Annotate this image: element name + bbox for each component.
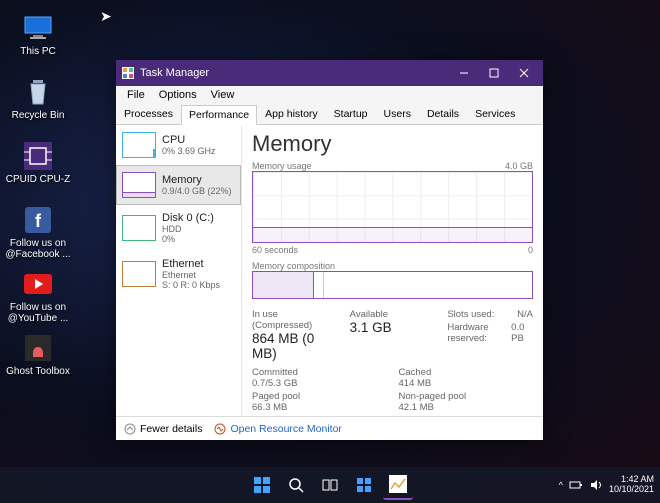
detail-pane: Memory Memory usage 4.0 GB 60 seconds 0 …	[242, 125, 543, 416]
composition-label: Memory composition	[252, 261, 335, 271]
task-view-button[interactable]	[315, 470, 345, 500]
taskman-icon	[122, 67, 134, 79]
sidebar-ethernet[interactable]: EthernetEthernet S: 0 R: 0 Kbps	[116, 251, 241, 297]
total-memory-label: 4.0 GB	[505, 161, 533, 171]
maximize-button[interactable]	[479, 60, 509, 86]
desktop-icon-label: Follow us on @YouTube ...	[4, 302, 72, 324]
inuse-label: In use (Compressed)	[252, 309, 338, 331]
svg-text:f: f	[35, 211, 42, 231]
nonpaged-label: Non-paged pool	[399, 391, 534, 402]
desktop-icon-this-pc[interactable]: This PC	[4, 12, 72, 57]
widgets-button[interactable]	[349, 470, 379, 500]
tray-chevron-icon[interactable]: ^	[559, 480, 563, 490]
tab-performance[interactable]: Performance	[181, 105, 257, 125]
committed-value: 0.7/5.3 GB	[252, 378, 387, 389]
committed-label: Committed	[252, 367, 387, 378]
open-resource-monitor-link[interactable]: Open Resource Monitor	[214, 423, 341, 435]
sidebar-memory[interactable]: Memory0.9/4.0 GB (22%)	[116, 165, 241, 205]
task-manager-window: Task Manager File Options View Processes…	[116, 60, 543, 440]
desktop-icon-label: CPUID CPU-Z	[4, 174, 72, 185]
fewer-details-link[interactable]: Fewer details	[124, 423, 202, 435]
slots-value: N/A	[517, 309, 533, 320]
desktop-icon-cpuz[interactable]: CPUID CPU-Z	[4, 140, 72, 185]
slots-label: Slots used:	[447, 309, 494, 320]
nonpaged-value: 42.1 MB	[399, 402, 534, 413]
menubar: File Options View	[116, 86, 543, 104]
usage-label: Memory usage	[252, 161, 312, 171]
clock-date: 10/10/2021	[609, 485, 654, 495]
taskbar: ^ 1:42 AM 10/10/2021	[0, 467, 660, 503]
desktop-icon-label: Recycle Bin	[4, 110, 72, 121]
sidebar-disk[interactable]: Disk 0 (C:)HDD 0%	[116, 205, 241, 251]
close-button[interactable]	[509, 60, 539, 86]
titlebar[interactable]: Task Manager	[116, 60, 543, 86]
memory-composition-chart[interactable]	[252, 271, 533, 299]
cached-label: Cached	[399, 367, 534, 378]
tab-services[interactable]: Services	[467, 104, 523, 124]
available-value: 3.1 GB	[350, 320, 436, 335]
paged-value: 66.3 MB	[252, 402, 387, 413]
hwres-value: 0.0 PB	[511, 322, 533, 344]
available-label: Available	[350, 309, 436, 320]
tab-app-history[interactable]: App history	[257, 104, 326, 124]
inuse-value: 864 MB (0 MB)	[252, 331, 338, 361]
desktop-icon-facebook[interactable]: f Follow us on @Facebook ...	[4, 204, 72, 260]
clock[interactable]: 1:42 AM 10/10/2021	[609, 475, 654, 495]
paged-label: Paged pool	[252, 391, 387, 402]
mouse-cursor: ➤	[100, 8, 112, 25]
search-button[interactable]	[281, 470, 311, 500]
volume-icon[interactable]	[589, 478, 603, 492]
desktop-icon-label: Follow us on @Facebook ...	[4, 238, 72, 260]
tab-details[interactable]: Details	[419, 104, 467, 124]
hwres-label: Hardware reserved:	[447, 322, 511, 344]
desktop-icon-label: This PC	[4, 46, 72, 57]
window-title: Task Manager	[140, 67, 449, 79]
menu-options[interactable]: Options	[152, 89, 204, 101]
taskbar-taskman[interactable]	[383, 470, 413, 500]
tab-startup[interactable]: Startup	[326, 104, 376, 124]
tabbar: Processes Performance App history Startu…	[116, 104, 543, 125]
window-footer: Fewer details Open Resource Monitor	[116, 416, 543, 440]
tab-processes[interactable]: Processes	[116, 104, 181, 124]
desktop-icon-label: Ghost Toolbox	[4, 366, 72, 377]
xaxis-left: 60 seconds	[252, 245, 298, 255]
monitor-icon	[214, 423, 226, 435]
sidebar-cpu[interactable]: CPU0% 3.69 GHz	[116, 125, 241, 165]
performance-sidebar: CPU0% 3.69 GHz Memory0.9/4.0 GB (22%) Di…	[116, 125, 242, 416]
minimize-button[interactable]	[449, 60, 479, 86]
desktop-icon-youtube[interactable]: Follow us on @YouTube ...	[4, 268, 72, 324]
battery-icon[interactable]	[569, 478, 583, 492]
desktop-icon-ghost-toolbox[interactable]: Ghost Toolbox	[4, 332, 72, 377]
menu-view[interactable]: View	[204, 89, 242, 101]
cached-value: 414 MB	[399, 378, 534, 389]
menu-file[interactable]: File	[120, 89, 152, 101]
desktop-icon-recycle-bin[interactable]: Recycle Bin	[4, 76, 72, 121]
xaxis-right: 0	[528, 245, 533, 255]
detail-heading: Memory	[252, 131, 533, 157]
memory-usage-chart[interactable]	[252, 171, 533, 243]
tab-users[interactable]: Users	[376, 104, 419, 124]
chevron-up-icon	[124, 423, 136, 435]
start-button[interactable]	[247, 470, 277, 500]
